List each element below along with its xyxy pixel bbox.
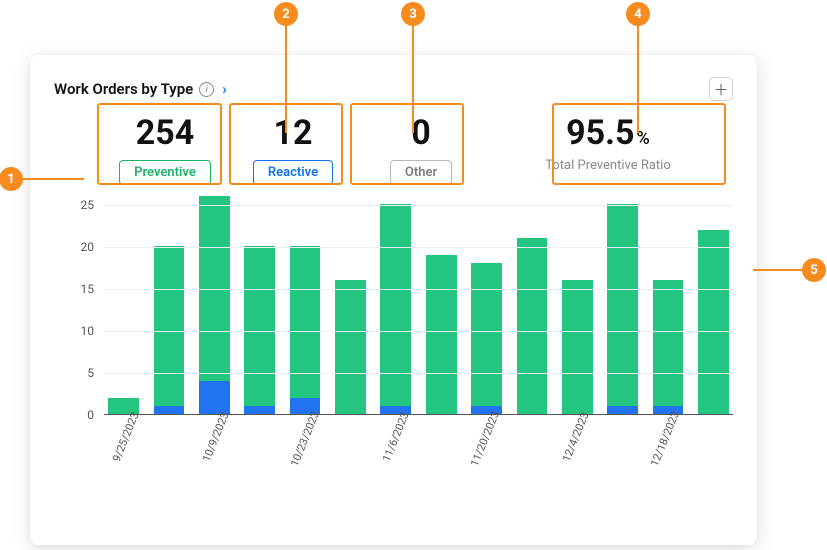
bar-segment-preventive [471, 263, 502, 406]
x-tick-label: 11/6/2023 [380, 411, 412, 464]
y-tick: 15 [54, 282, 94, 296]
bar-segment-preventive [426, 255, 457, 415]
bar[interactable] [195, 205, 234, 414]
x-slot: 12/4/2023 [553, 421, 598, 481]
grid-line [104, 247, 733, 248]
grid-line [104, 289, 733, 290]
bar-segment-reactive [199, 381, 230, 415]
x-slot: 10/9/2023 [194, 421, 239, 481]
x-axis: 9/25/2023 10/9/2023 10/23/2023 11/6/2023 11/… [104, 421, 733, 481]
stat-other[interactable]: 0 Other [366, 115, 476, 185]
bars-container [104, 205, 733, 414]
grid-line [104, 373, 733, 374]
stat-value: 0 [411, 115, 431, 152]
stat-value: 12 [273, 115, 312, 152]
callout-line [753, 269, 803, 271]
x-slot: 11/20/2023 [463, 421, 508, 481]
x-slot [418, 421, 463, 481]
stat-reactive[interactable]: 12 Reactive [238, 115, 348, 185]
bar[interactable] [149, 205, 188, 414]
callout-line [412, 25, 414, 133]
bar-segment-preventive [199, 196, 230, 381]
bar-segment-preventive [562, 280, 593, 414]
title-row: Work Orders by Type i › [54, 80, 227, 98]
x-tick-label: 12/4/2023 [560, 411, 592, 464]
y-axis: 0510152025 [54, 205, 100, 415]
bar-segment-preventive [517, 238, 548, 414]
bar[interactable] [603, 205, 642, 414]
bar[interactable] [331, 205, 370, 414]
bar[interactable] [512, 205, 551, 414]
grid-line [104, 331, 733, 332]
x-slot [239, 421, 284, 481]
bar-segment-preventive [653, 280, 684, 406]
bar-segment-reactive [154, 406, 185, 414]
callout-marker: 1 [0, 167, 23, 191]
bar-segment-preventive [335, 280, 366, 414]
ratio-label: Total Preventive Ratio [545, 158, 671, 173]
bar-segment-preventive [290, 246, 321, 397]
bar-segment-preventive [244, 246, 275, 406]
x-slot [688, 421, 733, 481]
bar[interactable] [240, 205, 279, 414]
bar-segment-reactive [244, 406, 275, 414]
x-slot: 12/18/2023 [643, 421, 688, 481]
stat-label: Reactive [253, 160, 333, 185]
y-tick: 20 [54, 240, 94, 254]
stat-preventive[interactable]: 254 Preventive [110, 115, 220, 185]
x-tick-label: 11/20/2023 [468, 410, 502, 469]
plot-area [104, 205, 733, 415]
widget-title: Work Orders by Type [54, 80, 193, 98]
x-slot: 10/23/2023 [284, 421, 329, 481]
x-tick-label: 10/23/2023 [288, 410, 322, 469]
info-icon[interactable]: i [199, 82, 214, 97]
callout-marker: 3 [401, 2, 425, 26]
x-slot [508, 421, 553, 481]
chart: 0510152025 9/25/202310/9/202310/23/20231… [54, 205, 733, 485]
x-slot [149, 421, 194, 481]
y-tick: 0 [54, 408, 94, 422]
header: Work Orders by Type i › ＋ [54, 77, 733, 101]
callout-line [637, 25, 639, 133]
callout-marker: 4 [626, 2, 650, 26]
y-tick: 25 [54, 198, 94, 212]
bar[interactable] [558, 205, 597, 414]
callout-marker: 5 [802, 258, 826, 282]
x-slot [329, 421, 374, 481]
bar-segment-preventive [698, 230, 729, 415]
bar[interactable] [422, 205, 461, 414]
bar[interactable] [285, 205, 324, 414]
stat-label: Other [390, 160, 452, 185]
x-slot: 11/6/2023 [374, 421, 419, 481]
x-slot [598, 421, 643, 481]
bar-segment-reactive [607, 406, 638, 414]
bar[interactable] [104, 205, 143, 414]
y-tick: 10 [54, 324, 94, 338]
add-button[interactable]: ＋ [709, 77, 733, 101]
stat-label: Preventive [119, 160, 211, 185]
grid-line [104, 205, 733, 206]
bar-segment-preventive [154, 246, 185, 406]
bar-segment-preventive [380, 204, 411, 406]
bar[interactable] [467, 205, 506, 414]
callout-marker: 2 [274, 2, 298, 26]
stat-value: 254 [136, 115, 195, 152]
bar-segment-preventive [607, 204, 638, 406]
bar[interactable] [376, 205, 415, 414]
bar[interactable] [648, 205, 687, 414]
chevron-right-icon[interactable]: › [222, 80, 227, 98]
x-slot: 9/25/2023 [104, 421, 149, 481]
callout-line [22, 178, 84, 180]
stats-row: 254 Preventive 12 Reactive 0 Other 95.5%… [54, 115, 733, 185]
x-tick-label: 9/25/2023 [110, 411, 142, 464]
x-tick-label: 12/18/2023 [648, 410, 682, 469]
callout-line [285, 25, 287, 133]
bar[interactable] [694, 205, 733, 414]
stat-ratio: 95.5% Total Preventive Ratio [528, 115, 688, 185]
x-tick-label: 10/9/2023 [200, 411, 232, 464]
widget-card: Work Orders by Type i › ＋ 254 Preventive… [30, 55, 757, 545]
y-tick: 5 [54, 366, 94, 380]
